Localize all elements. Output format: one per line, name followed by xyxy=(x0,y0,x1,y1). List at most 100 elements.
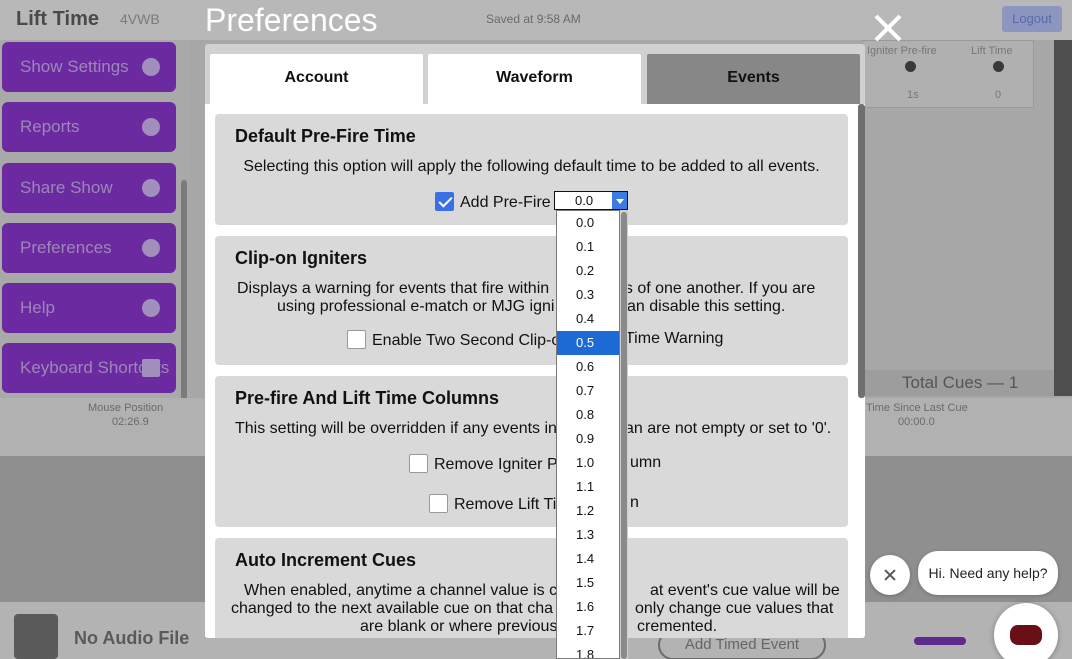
dropdown-option[interactable]: 0.0 xyxy=(557,211,619,235)
dropdown-option[interactable]: 1.3 xyxy=(557,523,619,547)
columns-section: Pre-fire And Lift Time Columns This sett… xyxy=(215,376,848,527)
dropdown-option[interactable]: 1.0 xyxy=(557,451,619,475)
clipon-warning-label: Enable Two Second Clip-o xyxy=(372,332,561,349)
remove-lift-time-column-row: Remove Lift Ti xyxy=(429,494,556,514)
dropdown-option[interactable]: 1.8 xyxy=(557,643,619,658)
section-description: When enabled, anytime a channel value is… xyxy=(244,582,558,599)
dropdown-option[interactable]: 0.7 xyxy=(557,379,619,403)
dropdown-scroll-thumb[interactable] xyxy=(621,212,627,659)
section-description: ds of one another. If you are xyxy=(616,280,816,297)
dropdown-scrollbar[interactable] xyxy=(620,210,628,659)
chat-close-icon[interactable] xyxy=(870,555,910,595)
section-title: Auto Increment Cues xyxy=(235,550,417,570)
dropdown-option[interactable]: 0.6 xyxy=(557,355,619,379)
sidebar-item-show-settings[interactable]: Show Settings xyxy=(2,42,176,92)
remove-igniter-column-row: Remove Igniter P xyxy=(409,454,558,474)
sidebar-item-help[interactable]: Help xyxy=(2,283,176,333)
saved-status: Saved at 9:58 AM xyxy=(486,12,581,26)
app-title: Lift Time xyxy=(16,8,99,30)
clipon-warning-row: Enable Two Second Clip-o xyxy=(347,330,560,350)
chat-greeting[interactable]: Hi. Need any help? xyxy=(918,551,1058,595)
section-description: at event's cue value will be xyxy=(650,582,840,599)
chart-icon xyxy=(142,118,160,136)
cue-table: Igniter Pre-fire Lift Time 1s 0 xyxy=(862,40,1034,108)
dropdown-option[interactable]: 0.4 xyxy=(557,307,619,331)
section-description: Displays a warning for events that fire … xyxy=(237,280,550,297)
prefire-time-select[interactable]: 0.0 xyxy=(554,191,628,210)
dropdown-option[interactable]: 1.2 xyxy=(557,499,619,523)
share-icon xyxy=(142,179,160,197)
remove-igniter-column-label: Remove Igniter P xyxy=(434,456,558,473)
section-description: are blank or where previous xyxy=(360,618,558,635)
logout-button[interactable]: Logout xyxy=(1002,6,1062,32)
section-title: Clip-on Igniters xyxy=(235,248,367,268)
chevron-down-icon[interactable] xyxy=(612,192,627,209)
chat-launcher-button[interactable] xyxy=(994,603,1058,659)
dropdown-option[interactable]: 0.3 xyxy=(557,283,619,307)
time-since-label: Time Since Last Cue xyxy=(866,402,968,414)
dropdown-option[interactable]: 0.5 xyxy=(557,331,619,355)
dropdown-option[interactable]: 1.5 xyxy=(557,571,619,595)
no-audio-label: No Audio File xyxy=(74,628,190,648)
sidebar-item-share-show[interactable]: Share Show xyxy=(2,163,176,213)
panel-scrollbar[interactable] xyxy=(858,104,865,398)
mouse-position-label: Mouse Position xyxy=(88,402,164,414)
add-prefire-row: Add Pre-Fire xyxy=(435,192,551,212)
show-code: 4VWB xyxy=(120,11,160,27)
info-icon xyxy=(993,61,1004,72)
col-header-lift-time: Lift Time xyxy=(971,45,1013,57)
section-title: Default Pre-Fire Time xyxy=(235,126,416,146)
close-icon[interactable] xyxy=(868,8,908,48)
mp3-file-icon[interactable] xyxy=(14,614,58,659)
sidebar-item-label: Reports xyxy=(20,117,80,136)
section-description: only change cue values that xyxy=(635,600,834,617)
dropdown-option[interactable]: 0.9 xyxy=(557,427,619,451)
tab-events[interactable]: Events xyxy=(647,54,860,104)
sidebar-item-keyboard-shortcuts[interactable]: Keyboard Shortcuts xyxy=(2,343,176,393)
add-prefire-checkbox[interactable] xyxy=(435,192,454,211)
select-value: 0.0 xyxy=(575,193,594,208)
dropdown-option[interactable]: 0.2 xyxy=(557,259,619,283)
section-description: This setting will be overridden if any e… xyxy=(235,420,557,437)
section-description: an are not empty or set to '0'. xyxy=(625,420,832,437)
dropdown-option[interactable]: 1.4 xyxy=(557,547,619,571)
section-description: an disable this setting. xyxy=(627,298,786,315)
table-cell: 1s xyxy=(907,89,919,101)
prefire-time-options[interactable]: 0.0 0.1 0.2 0.3 0.4 0.5 0.6 0.7 0.8 0.9 1.0 1.1 1.2 1… xyxy=(556,210,620,659)
dropdown-option[interactable]: 0.8 xyxy=(557,403,619,427)
total-cues: Total Cues — 1 xyxy=(864,370,1054,396)
auto-increment-section: Auto Increment Cues When enabled, anytim… xyxy=(215,538,848,638)
tab-account[interactable]: Account xyxy=(210,54,423,104)
dropdown-option[interactable]: 1.1 xyxy=(557,475,619,499)
dropdown-option[interactable]: 1.7 xyxy=(557,619,619,643)
section-description: using professional e-match or MJG igni xyxy=(277,298,555,315)
dropdown-option[interactable]: 1.6 xyxy=(557,595,619,619)
keyboard-icon xyxy=(142,359,160,377)
sidebar-item-label: Show Settings xyxy=(20,57,129,76)
prefire-section: Default Pre-Fire Time Selecting this opt… xyxy=(215,114,848,225)
section-description: Selecting this option will apply the fol… xyxy=(243,158,820,175)
sidebar-item-preferences[interactable]: Preferences xyxy=(2,223,176,273)
right-panel-toggle[interactable] xyxy=(1054,40,1072,396)
info-icon xyxy=(142,299,160,317)
sidebar-scrollbar[interactable] xyxy=(181,180,187,400)
remove-igniter-column-label-tail: umn xyxy=(630,454,662,471)
chat-icon xyxy=(1010,625,1042,645)
user-icon xyxy=(142,239,160,257)
sidebar-item-label: Help xyxy=(20,298,55,317)
sidebar-item-label: Preferences xyxy=(20,238,112,257)
volume-slider[interactable] xyxy=(914,637,966,645)
modal-title: Preferences xyxy=(205,2,378,38)
dropdown-option[interactable]: 0.1 xyxy=(557,235,619,259)
sidebar-item-reports[interactable]: Reports xyxy=(2,102,176,152)
remove-lift-time-column-label-tail: n xyxy=(630,494,639,511)
clipon-warning-checkbox[interactable] xyxy=(347,330,366,349)
sidebar-item-label: Share Show xyxy=(20,178,113,197)
remove-igniter-column-checkbox[interactable] xyxy=(409,454,428,473)
section-description: changed to the next available cue on tha… xyxy=(231,600,554,617)
add-prefire-label: Add Pre-Fire xyxy=(460,194,551,211)
gear-icon xyxy=(142,58,160,76)
tab-waveform[interactable]: Waveform xyxy=(428,54,641,104)
events-panel: Default Pre-Fire Time Selecting this opt… xyxy=(205,104,865,638)
remove-lift-time-column-checkbox[interactable] xyxy=(429,494,448,513)
